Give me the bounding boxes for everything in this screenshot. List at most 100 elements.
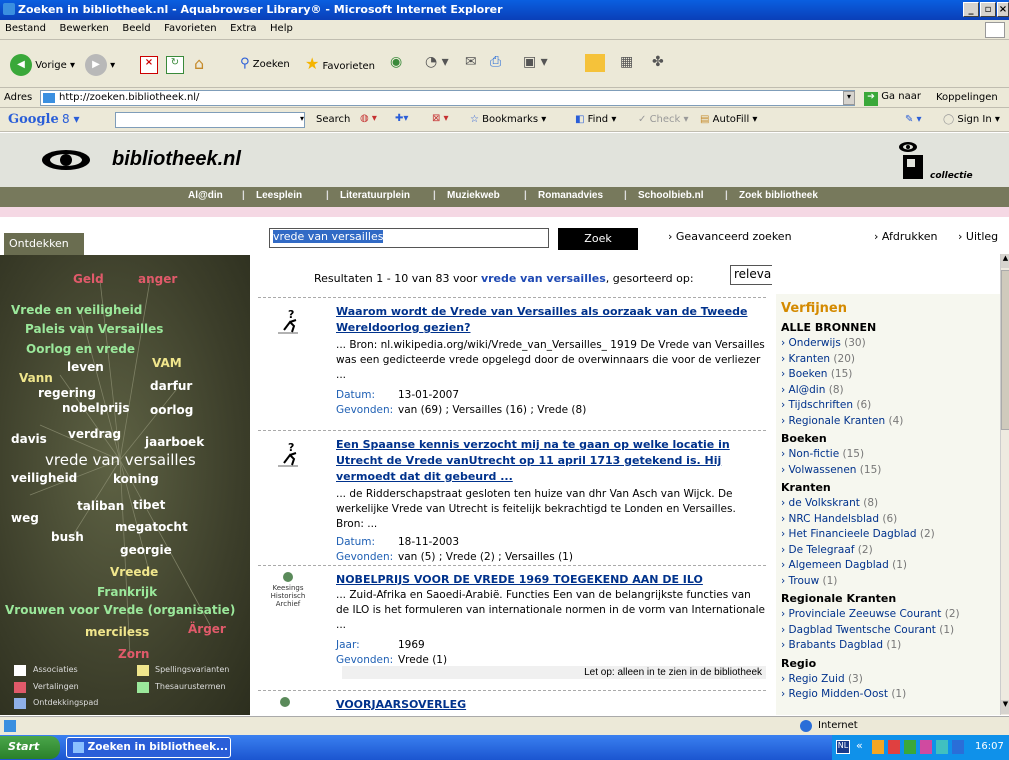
- minimize-button[interactable]: _: [963, 2, 979, 17]
- language-icon[interactable]: NL: [836, 740, 850, 754]
- google-search-field[interactable]: [115, 112, 305, 128]
- cloud-word[interactable]: VAM: [152, 356, 182, 370]
- find-button[interactable]: ◧ Find ▾: [575, 114, 616, 125]
- folder-icon[interactable]: [585, 54, 605, 72]
- refine-item[interactable]: › Provinciale Zeeuwse Courant (2): [781, 608, 960, 620]
- media-icon[interactable]: ◉: [390, 54, 402, 70]
- cloud-word[interactable]: Ärger: [188, 622, 226, 636]
- url-dropdown-arrow-icon[interactable]: ▾: [843, 91, 855, 105]
- scroll-down-arrow-icon[interactable]: ▼: [1001, 700, 1009, 714]
- cloud-word[interactable]: bush: [51, 530, 84, 544]
- cloud-word[interactable]: merciless: [85, 625, 149, 639]
- refine-item[interactable]: › Dagblad Twentsche Courant (1): [781, 624, 954, 636]
- google-menu-button[interactable]: 8 ▾: [62, 112, 79, 126]
- cloud-word[interactable]: georgie: [120, 543, 172, 557]
- refine-item[interactable]: › Regio Zuid (3): [781, 673, 863, 685]
- refine-item[interactable]: › Regionale Kranten (4): [781, 415, 903, 427]
- autofill-button[interactable]: ▤ AutoFill ▾: [700, 114, 757, 125]
- sort-select[interactable]: relevantie ▾: [730, 265, 772, 285]
- url-field[interactable]: http://zoeken.bibliotheek.nl/: [40, 90, 855, 106]
- start-button[interactable]: Start: [0, 736, 60, 759]
- links-button[interactable]: Koppelingen: [936, 92, 998, 103]
- nav-leesplein[interactable]: Leesplein: [256, 190, 302, 201]
- menu-favorites[interactable]: Favorieten: [159, 20, 221, 37]
- cloud-word[interactable]: leven: [67, 360, 104, 374]
- stop-icon[interactable]: ×: [140, 56, 158, 74]
- result-title-link[interactable]: Waarom wordt de Vrede van Versailles als…: [336, 304, 766, 336]
- tray-expand-icon[interactable]: «: [856, 739, 863, 752]
- go-button[interactable]: ➔ Ga naar: [864, 91, 921, 106]
- restore-button[interactable]: ▫: [980, 2, 996, 17]
- refine-item[interactable]: › Algemeen Dagblad (1): [781, 559, 907, 571]
- refine-item[interactable]: › Kranten (20): [781, 353, 855, 365]
- cloud-word[interactable]: Frankrijk: [97, 585, 157, 599]
- cloud-word[interactable]: veiligheid: [11, 471, 77, 485]
- refine-item[interactable]: › Tijdschriften (6): [781, 399, 871, 411]
- refine-item[interactable]: › de Volkskrant (8): [781, 497, 878, 509]
- page-scrollbar[interactable]: ▲ ▼: [1000, 254, 1009, 715]
- explain-link[interactable]: › Uitleg: [958, 230, 998, 243]
- plus-icon[interactable]: ✚▾: [395, 113, 408, 124]
- history-icon[interactable]: ◔ ▾: [425, 54, 449, 70]
- tray-app-icon[interactable]: [936, 740, 948, 754]
- cloud-word[interactable]: anger: [138, 272, 177, 286]
- site-brand[interactable]: bibliotheek.nl: [112, 148, 241, 171]
- messenger-icon[interactable]: ✤: [652, 54, 664, 70]
- edit-icon[interactable]: ▣ ▾: [523, 54, 548, 70]
- popup-blocker-icon[interactable]: ⊠ ▾: [432, 113, 449, 124]
- refresh-icon[interactable]: ↻: [166, 56, 184, 74]
- nav-aldin[interactable]: Al@din: [188, 190, 223, 201]
- print-link[interactable]: › Afdrukken: [874, 230, 937, 243]
- refine-item[interactable]: › Brabants Dagblad (1): [781, 639, 901, 651]
- cloud-word[interactable]: oorlog: [150, 403, 193, 417]
- cloud-word[interactable]: Paleis van Versailles: [25, 322, 163, 336]
- bookmarks-button[interactable]: ☆ Bookmarks ▾: [470, 114, 546, 125]
- cloud-word[interactable]: Zorn: [118, 647, 149, 661]
- close-button[interactable]: ×: [997, 2, 1009, 17]
- menu-file[interactable]: Bestand: [0, 20, 51, 37]
- menu-edit[interactable]: Bewerken: [54, 20, 113, 37]
- refine-item[interactable]: › Regio Midden-Oost (1): [781, 688, 906, 700]
- cloud-word[interactable]: Vann: [19, 371, 53, 385]
- cloud-word[interactable]: Geld: [73, 272, 104, 286]
- refine-item[interactable]: › Volwassenen (15): [781, 464, 881, 476]
- menu-tools[interactable]: Extra: [225, 20, 261, 37]
- refine-item[interactable]: › Trouw (1): [781, 575, 837, 587]
- cloud-main-term[interactable]: vrede van versailles: [45, 451, 196, 469]
- scroll-up-arrow-icon[interactable]: ▲: [1001, 254, 1009, 268]
- tray-app-icon[interactable]: [952, 740, 964, 754]
- tray-app-icon[interactable]: [888, 740, 900, 754]
- research-icon[interactable]: ▦: [620, 54, 633, 70]
- refine-item[interactable]: › Boeken (15): [781, 368, 852, 380]
- cloud-word[interactable]: jaarboek: [145, 435, 204, 449]
- eye-logo-icon[interactable]: [40, 145, 92, 175]
- refine-item[interactable]: › Al@din (8): [781, 384, 844, 396]
- result-title-link[interactable]: NOBELPRIJS VOOR DE VREDE 1969 TOEGEKEND …: [336, 572, 766, 588]
- nav-romanadvies[interactable]: Romanadvies: [538, 190, 603, 201]
- cloud-word[interactable]: koning: [113, 472, 159, 486]
- cloud-word[interactable]: darfur: [150, 379, 192, 393]
- forward-button[interactable]: ▶ ▾: [85, 54, 115, 76]
- search-input[interactable]: vrede van versailles: [269, 228, 549, 248]
- signin-button[interactable]: ◯ Sign In ▾: [943, 114, 1000, 125]
- tray-app-icon[interactable]: [904, 740, 916, 754]
- advanced-search-link[interactable]: › Geavanceerd zoeken: [668, 230, 792, 243]
- mail-icon[interactable]: ✉: [465, 54, 477, 70]
- check-button[interactable]: ✓ Check ▾: [638, 114, 689, 125]
- nav-schoolbieb[interactable]: Schoolbieb.nl: [638, 190, 704, 201]
- nav-muziekweb[interactable]: Muziekweb: [447, 190, 500, 201]
- google-dropdown-arrow-icon[interactable]: ▾: [300, 114, 304, 123]
- google-search-button[interactable]: Search: [316, 114, 350, 125]
- tray-app-icon[interactable]: [920, 740, 932, 754]
- cloud-word[interactable]: Vrouwen voor Vrede (organisatie): [5, 603, 235, 617]
- tab-ontdekken[interactable]: Ontdekken: [4, 233, 84, 255]
- cloud-word[interactable]: Vrede en veiligheid: [11, 303, 142, 317]
- menu-view[interactable]: Beeld: [117, 20, 155, 37]
- wrench-icon[interactable]: ✎ ▾: [905, 114, 922, 125]
- favorites-button[interactable]: ★ Favorieten: [305, 54, 375, 73]
- cloud-word[interactable]: Vreede: [110, 565, 158, 579]
- taskbar-window-ie[interactable]: Zoeken in bibliotheek...: [66, 737, 231, 758]
- print-icon[interactable]: ⎙: [490, 54, 501, 70]
- search-button[interactable]: Zoek: [558, 228, 638, 250]
- cloud-word[interactable]: tibet: [133, 498, 165, 512]
